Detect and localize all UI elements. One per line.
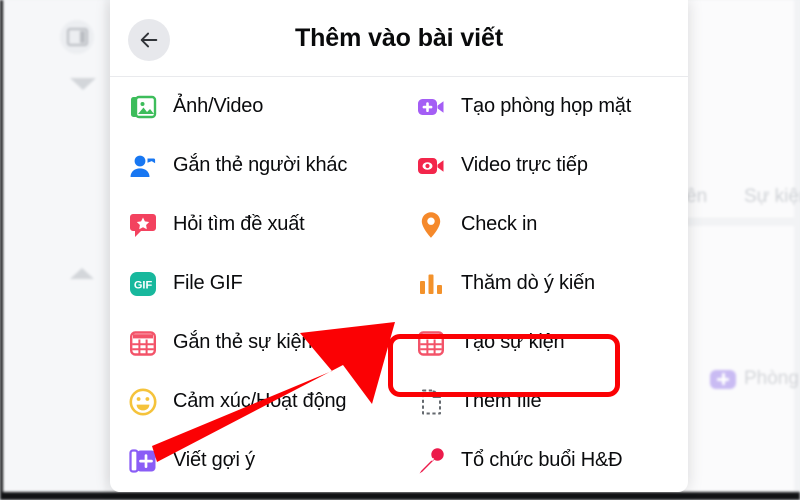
option-to-chuc-buoi-hd[interactable]: Tổ chức buổi H&Đ	[408, 431, 686, 490]
photo-video-icon	[128, 92, 158, 122]
option-label: Tạo phòng họp mặt	[461, 95, 632, 117]
back-button[interactable]	[128, 19, 170, 61]
viewport-left-edge	[0, 0, 3, 500]
option-label: Tổ chức buổi H&Đ	[461, 449, 623, 471]
option-check-in[interactable]: Check in	[408, 195, 686, 254]
arrow-left-icon	[140, 32, 158, 48]
location-pin-icon	[416, 210, 446, 240]
dialog-header: Thêm vào bài viết	[110, 0, 688, 77]
svg-text:GIF: GIF	[134, 279, 153, 291]
option-tao-phong-hop-mat[interactable]: Tạo phòng họp mặt	[408, 77, 686, 136]
video-plus-icon	[416, 92, 446, 122]
option-label: Cảm xúc/Hoạt động	[173, 390, 347, 412]
option-label: File GIF	[173, 272, 243, 294]
option-label: Thăm dò ý kiến	[461, 272, 595, 294]
add-to-post-dialog: Thêm vào bài viết Ảnh/Video Gắn thẻ ngườ…	[110, 0, 688, 492]
background-tab-partial: ên	[686, 186, 708, 207]
options-grid: Ảnh/Video Gắn thẻ người khác Hỏi tìm đề …	[110, 77, 688, 492]
option-cam-xuc-hoat-dong[interactable]: Cảm xúc/Hoạt động	[120, 372, 398, 431]
option-hoi-tim-de-xuat[interactable]: Hỏi tìm đề xuất	[120, 195, 398, 254]
option-label: Gắn thẻ sự kiện	[173, 331, 313, 353]
chevron-down-icon	[70, 78, 96, 90]
option-gan-the-su-kien[interactable]: Gắn thẻ sự kiện	[120, 313, 398, 372]
option-label: Gắn thẻ người khác	[173, 154, 348, 176]
background-left-panel	[0, 0, 104, 492]
option-label: Check in	[461, 213, 538, 235]
dialog-title: Thêm vào bài viết	[294, 23, 504, 52]
option-label: Hỏi tìm đề xuất	[173, 213, 305, 235]
write-prompt-icon	[128, 446, 158, 476]
option-label: Viết gợi ý	[173, 449, 255, 471]
option-them-file[interactable]: Thêm file	[408, 372, 686, 431]
option-label: Video trực tiếp	[461, 154, 588, 176]
option-file-gif[interactable]: GIF File GIF	[120, 254, 398, 313]
option-tham-do-y-kien[interactable]: Thăm dò ý kiến	[408, 254, 686, 313]
sidebar-toggle-icon	[60, 20, 94, 54]
background-room-shortcut: Phòng	[710, 368, 799, 390]
gif-icon: GIF	[128, 269, 158, 299]
tag-person-icon	[128, 151, 158, 181]
option-label: Thêm file	[461, 390, 542, 412]
poll-icon	[416, 269, 446, 299]
option-label: Ảnh/Video	[173, 95, 264, 117]
option-gan-the-nguoi-khac[interactable]: Gắn thẻ người khác	[120, 136, 398, 195]
sidebar-toggle-glyph	[66, 28, 88, 46]
chevron-up-icon	[70, 268, 94, 279]
background-room-label: Phòng	[744, 368, 799, 389]
create-event-icon	[416, 328, 446, 358]
ask-recommendation-icon	[128, 210, 158, 240]
options-column-left: Ảnh/Video Gắn thẻ người khác Hỏi tìm đề …	[120, 77, 398, 490]
option-anh-video[interactable]: Ảnh/Video	[120, 77, 398, 136]
option-tao-su-kien[interactable]: Tạo sự kiện	[408, 313, 686, 372]
live-video-icon	[416, 151, 446, 181]
microphone-icon	[416, 446, 446, 476]
option-video-truc-tiep[interactable]: Video trực tiếp	[408, 136, 686, 195]
background-tab-events: Sự kiện	[744, 186, 800, 207]
add-file-icon	[416, 387, 446, 417]
option-viet-goi-y[interactable]: Viết gợi ý	[120, 431, 398, 490]
viewport-bottom-edge	[0, 492, 800, 500]
options-column-right: Tạo phòng họp mặt Video trực tiếp Check …	[408, 77, 686, 490]
option-label: Tạo sự kiện	[461, 331, 565, 353]
tag-event-icon	[128, 328, 158, 358]
video-plus-icon	[710, 369, 736, 389]
emoji-activity-icon	[128, 387, 158, 417]
